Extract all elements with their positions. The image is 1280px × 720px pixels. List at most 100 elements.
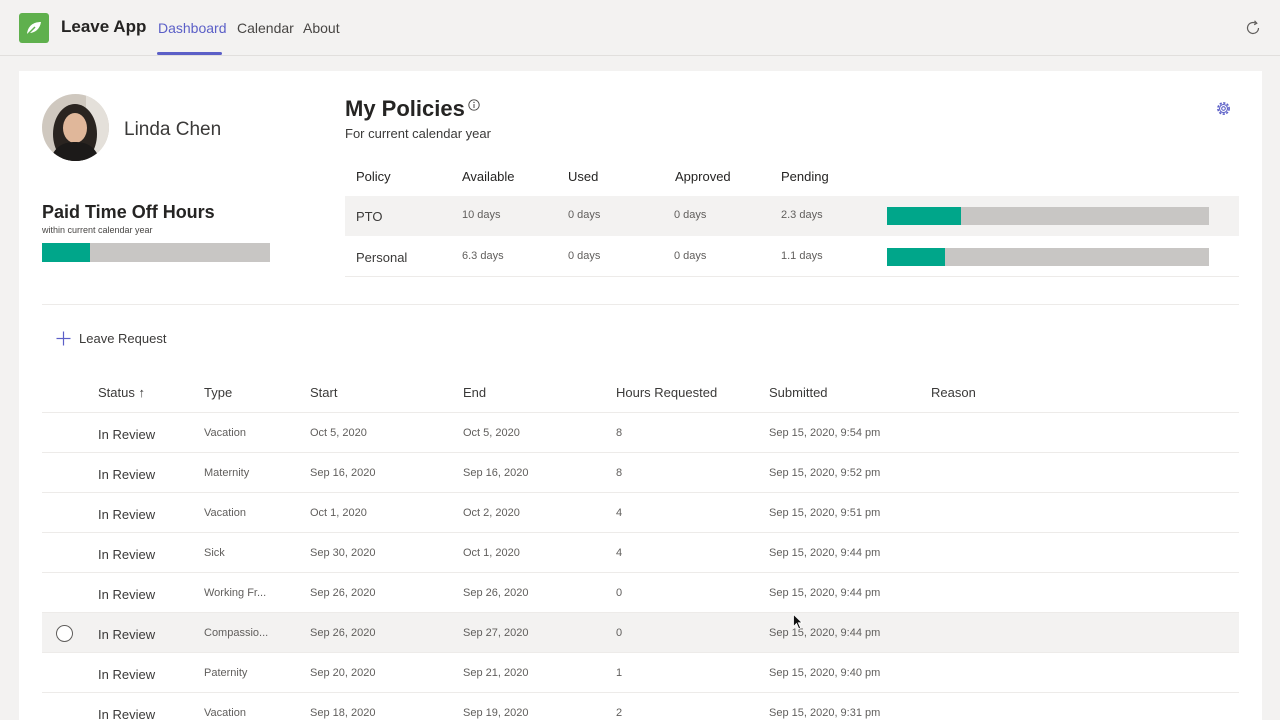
row-start: Oct 1, 2020 bbox=[310, 507, 367, 519]
row-end: Sep 26, 2020 bbox=[463, 587, 529, 599]
policy-approved: 0 days bbox=[674, 209, 707, 221]
avatar bbox=[42, 94, 109, 161]
top-bar: Leave App Dashboard Calendar About bbox=[0, 0, 1280, 56]
user-name: Linda Chen bbox=[124, 119, 222, 140]
row-status: In Review bbox=[98, 707, 156, 720]
row-hours: 1 bbox=[616, 667, 623, 679]
table-row[interactable]: In Review Sick Sep 30, 2020 Oct 1, 2020 … bbox=[42, 533, 1239, 573]
policy-usage-bar bbox=[887, 248, 1209, 266]
row-status: In Review bbox=[98, 467, 156, 482]
row-submitted: Sep 15, 2020, 9:31 pm bbox=[769, 707, 881, 719]
pto-title: Paid Time Off Hours bbox=[42, 202, 215, 222]
row-end: Oct 5, 2020 bbox=[463, 427, 520, 439]
col-submitted[interactable]: Submitted bbox=[769, 385, 828, 400]
col-status[interactable]: Status ↑ bbox=[98, 385, 145, 400]
row-submitted: Sep 15, 2020, 9:54 pm bbox=[769, 427, 881, 439]
row-submitted: Sep 15, 2020, 9:40 pm bbox=[769, 667, 881, 679]
policy-pending: 2.3 days bbox=[781, 209, 823, 221]
policy-row[interactable]: Personal 6.3 days 0 days 0 days 1.1 days bbox=[345, 237, 1239, 277]
row-start: Sep 18, 2020 bbox=[310, 707, 376, 719]
row-start: Sep 30, 2020 bbox=[310, 547, 376, 559]
row-hours: 2 bbox=[616, 707, 623, 719]
row-start: Sep 26, 2020 bbox=[310, 587, 376, 599]
row-end: Sep 27, 2020 bbox=[463, 627, 529, 639]
leaf-icon bbox=[26, 22, 41, 36]
row-end: Sep 16, 2020 bbox=[463, 467, 529, 479]
row-type: Maternity bbox=[204, 467, 250, 479]
row-hours: 4 bbox=[616, 507, 623, 519]
col-type[interactable]: Type bbox=[204, 385, 232, 400]
policies-subtitle: For current calendar year bbox=[345, 126, 491, 141]
policy-used: 0 days bbox=[568, 250, 601, 262]
policy-available: 10 days bbox=[462, 209, 501, 221]
table-row[interactable]: In Review Compassio... Sep 26, 2020 Sep … bbox=[42, 613, 1239, 653]
refresh-icon[interactable] bbox=[1244, 19, 1262, 37]
row-type: Paternity bbox=[204, 667, 248, 679]
row-status: In Review bbox=[98, 507, 156, 522]
col-hours-requested[interactable]: Hours Requested bbox=[616, 385, 717, 400]
policies-title: My Policies bbox=[345, 96, 465, 121]
col-end[interactable]: End bbox=[463, 385, 486, 400]
app-logo bbox=[19, 13, 49, 43]
mouse-pointer-icon bbox=[793, 614, 803, 630]
row-submitted: Sep 15, 2020, 9:44 pm bbox=[769, 547, 881, 559]
add-leave-request-button[interactable]: Leave Request bbox=[56, 328, 166, 348]
policy-row[interactable]: PTO 10 days 0 days 0 days 2.3 days bbox=[345, 196, 1239, 236]
policies-divider bbox=[345, 276, 1239, 277]
row-start: Sep 16, 2020 bbox=[310, 467, 376, 479]
row-status: In Review bbox=[98, 587, 156, 602]
policies-col-available: Available bbox=[462, 169, 515, 184]
row-type: Working Fr... bbox=[204, 587, 267, 599]
tab-dashboard[interactable]: Dashboard bbox=[158, 20, 227, 36]
row-status: In Review bbox=[98, 667, 156, 682]
tab-calendar[interactable]: Calendar bbox=[237, 20, 294, 36]
add-leave-request-label: Leave Request bbox=[79, 330, 167, 346]
policies-col-policy: Policy bbox=[356, 169, 391, 184]
table-row[interactable]: In Review Vacation Sep 18, 2020 Sep 19, … bbox=[42, 693, 1239, 720]
policy-approved: 0 days bbox=[674, 250, 707, 262]
policy-name: PTO bbox=[356, 209, 383, 224]
policy-usage-fill bbox=[887, 248, 945, 266]
row-end: Oct 1, 2020 bbox=[463, 547, 520, 559]
table-row[interactable]: In Review Working Fr... Sep 26, 2020 Sep… bbox=[42, 573, 1239, 613]
app-title: Leave App bbox=[61, 17, 147, 36]
col-start[interactable]: Start bbox=[310, 385, 337, 400]
row-start: Oct 5, 2020 bbox=[310, 427, 367, 439]
policies-col-used: Used bbox=[568, 169, 599, 184]
table-row[interactable]: In Review Vacation Oct 1, 2020 Oct 2, 20… bbox=[42, 493, 1239, 533]
row-type: Compassio... bbox=[204, 627, 269, 639]
policy-used: 0 days bbox=[568, 209, 601, 221]
row-select-radio[interactable] bbox=[56, 625, 73, 642]
active-tab-indicator bbox=[157, 52, 222, 55]
row-type: Vacation bbox=[204, 707, 246, 719]
plus-icon bbox=[56, 331, 71, 345]
policies-col-approved: Approved bbox=[675, 169, 731, 184]
row-type: Sick bbox=[204, 547, 225, 559]
gear-icon[interactable] bbox=[1215, 100, 1232, 117]
info-icon[interactable] bbox=[468, 99, 480, 111]
row-end: Sep 21, 2020 bbox=[463, 667, 529, 679]
row-hours: 0 bbox=[616, 627, 623, 639]
row-submitted: Sep 15, 2020, 9:51 pm bbox=[769, 507, 881, 519]
table-row[interactable]: In Review Vacation Oct 5, 2020 Oct 5, 20… bbox=[42, 413, 1239, 453]
dashboard-card: Linda Chen Paid Time Off Hours within cu… bbox=[19, 71, 1262, 720]
section-divider bbox=[42, 304, 1239, 305]
policies-col-pending: Pending bbox=[781, 169, 829, 184]
table-row[interactable]: In Review Paternity Sep 20, 2020 Sep 21,… bbox=[42, 653, 1239, 693]
row-type: Vacation bbox=[204, 507, 246, 519]
tab-about[interactable]: About bbox=[303, 20, 340, 36]
col-reason[interactable]: Reason bbox=[931, 385, 976, 400]
pto-progress-bar bbox=[42, 243, 270, 262]
row-submitted: Sep 15, 2020, 9:52 pm bbox=[769, 467, 881, 479]
row-status: In Review bbox=[98, 627, 156, 642]
row-hours: 4 bbox=[616, 547, 623, 559]
row-type: Vacation bbox=[204, 427, 246, 439]
policy-available: 6.3 days bbox=[462, 250, 504, 262]
row-start: Sep 26, 2020 bbox=[310, 627, 376, 639]
row-end: Sep 19, 2020 bbox=[463, 707, 529, 719]
policy-name: Personal bbox=[356, 250, 408, 265]
row-submitted: Sep 15, 2020, 9:44 pm bbox=[769, 587, 881, 599]
policy-usage-fill bbox=[887, 207, 962, 225]
row-hours: 8 bbox=[616, 427, 623, 439]
table-row[interactable]: In Review Maternity Sep 16, 2020 Sep 16,… bbox=[42, 453, 1239, 493]
